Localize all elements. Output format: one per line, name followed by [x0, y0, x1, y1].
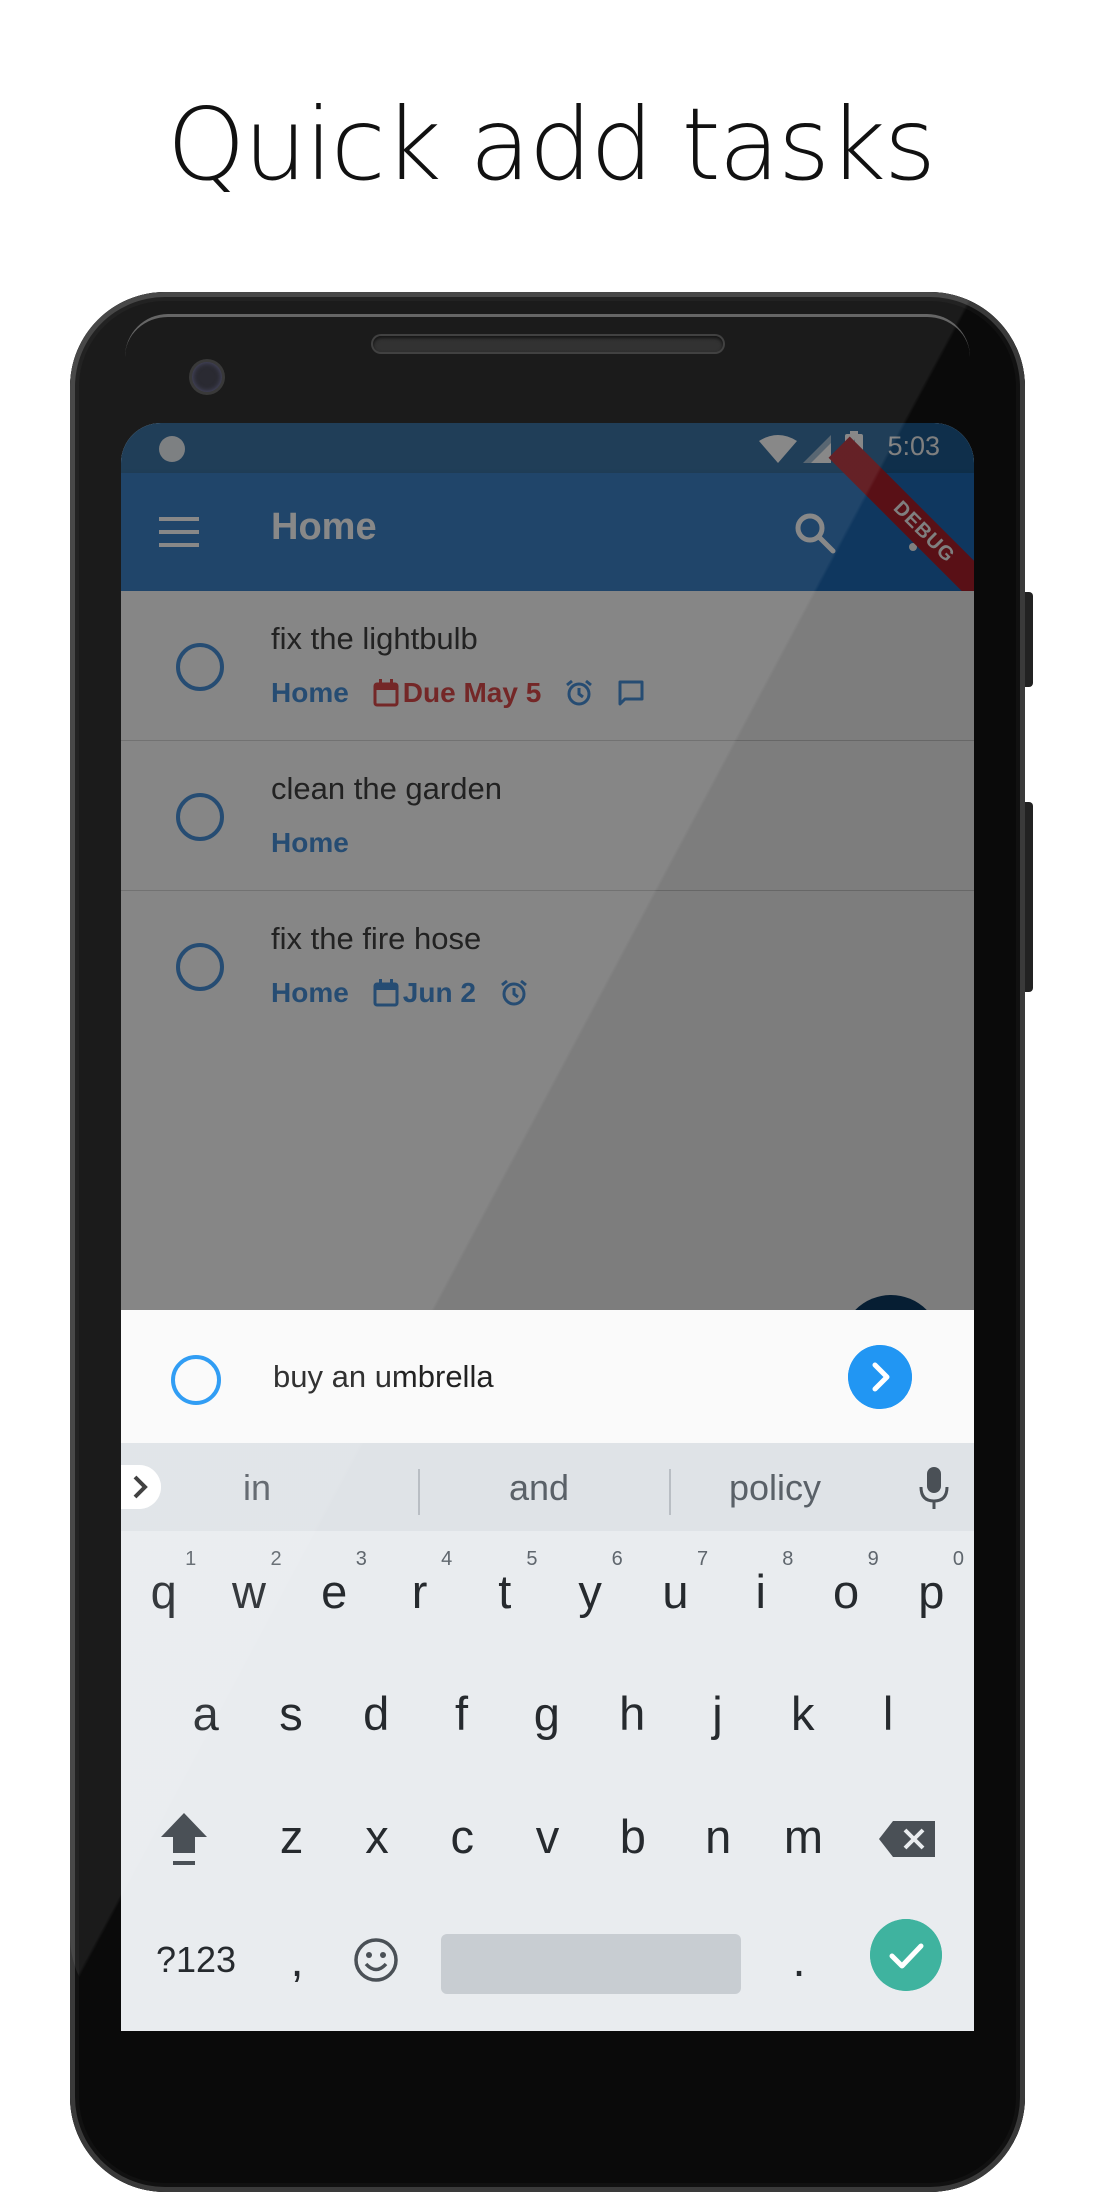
key-hint-number: 3 [355, 1548, 367, 1570]
key-d[interactable]: d [334, 1653, 419, 1775]
key-q[interactable]: q1 [121, 1531, 206, 1653]
key-hint-number: 0 [952, 1548, 964, 1570]
key-hint-number: 4 [441, 1548, 453, 1570]
key-row-3: zxcvbnm [121, 1776, 974, 1898]
key-r[interactable]: r4 [377, 1531, 462, 1653]
space-key[interactable] [441, 1934, 741, 1994]
shift-icon[interactable] [159, 1811, 209, 1871]
suggestion-bar: in and policy [121, 1443, 974, 1531]
key-h[interactable]: h [590, 1653, 675, 1775]
key-f[interactable]: f [419, 1653, 504, 1775]
quick-add-panel [121, 1310, 974, 1443]
modal-scrim[interactable] [121, 423, 974, 1311]
key-s[interactable]: s [248, 1653, 333, 1775]
camera-icon [192, 362, 222, 392]
key-label: y [578, 1565, 602, 1618]
key-n[interactable]: n [676, 1776, 761, 1898]
symbols-key[interactable]: ?123 [141, 1899, 251, 2021]
key-g[interactable]: g [504, 1653, 589, 1775]
send-button[interactable] [848, 1345, 912, 1409]
mic-icon[interactable] [917, 1465, 951, 1511]
key-e[interactable]: e3 [292, 1531, 377, 1653]
phone-speaker [373, 336, 723, 352]
key-hint-number: 2 [270, 1548, 282, 1570]
key-row-2: asdfghjkl [121, 1653, 974, 1775]
key-hint-number: 1 [185, 1548, 197, 1570]
suggestion-item[interactable]: policy [675, 1467, 875, 1509]
quick-add-input[interactable] [271, 1348, 755, 1406]
key-i[interactable]: i8 [718, 1531, 803, 1653]
key-label: q [150, 1565, 177, 1618]
done-key[interactable] [870, 1919, 942, 1991]
soft-keyboard: in and policy q1w2e3r4t5y6u7i8o9p0 asdfg… [121, 1443, 974, 2031]
key-o[interactable]: o9 [803, 1531, 888, 1653]
key-hint-number: 6 [611, 1548, 623, 1570]
backspace-icon[interactable] [879, 1821, 935, 1857]
comma-key[interactable]: , [267, 1899, 327, 2021]
power-button [1025, 592, 1033, 687]
device-screen: 5:03 Home DEBUG fix the lightbulb Home [121, 423, 974, 2031]
key-label: p [918, 1565, 945, 1618]
key-b[interactable]: b [590, 1776, 675, 1898]
emoji-icon[interactable] [353, 1937, 399, 1983]
key-label: o [832, 1565, 860, 1618]
key-hint-number: 7 [696, 1548, 709, 1570]
key-c[interactable]: c [420, 1776, 505, 1898]
key-label: e [321, 1565, 348, 1618]
key-hint-number: 5 [526, 1548, 538, 1570]
key-a[interactable]: a [163, 1653, 248, 1775]
key-y[interactable]: y6 [548, 1531, 633, 1653]
key-u[interactable]: u7 [633, 1531, 718, 1653]
key-k[interactable]: k [760, 1653, 845, 1775]
key-l[interactable]: l [845, 1653, 930, 1775]
key-z[interactable]: z [249, 1776, 334, 1898]
key-w[interactable]: w2 [206, 1531, 291, 1653]
key-t[interactable]: t5 [462, 1531, 547, 1653]
key-m[interactable]: m [761, 1776, 846, 1898]
key-label: r [411, 1565, 428, 1618]
key-x[interactable]: x [334, 1776, 419, 1898]
period-key[interactable]: . [769, 1899, 829, 2021]
headline: Quick add tasks [166, 86, 936, 203]
key-p[interactable]: p0 [889, 1531, 974, 1653]
key-label: u [662, 1565, 689, 1618]
key-hint-number: 8 [782, 1548, 794, 1570]
key-label: i [755, 1565, 766, 1618]
key-label: t [498, 1565, 512, 1618]
key-row-4: ?123 , . [121, 1899, 974, 2021]
suggestion-divider [418, 1469, 420, 1515]
key-hint-number: 9 [867, 1548, 879, 1570]
expand-toolbar-button[interactable] [121, 1465, 161, 1509]
key-v[interactable]: v [505, 1776, 590, 1898]
key-row-1: q1w2e3r4t5y6u7i8o9p0 [121, 1531, 974, 1653]
quick-add-checkbox [171, 1355, 221, 1405]
key-j[interactable]: j [675, 1653, 760, 1775]
suggestion-divider [669, 1469, 671, 1515]
key-label: w [231, 1565, 266, 1618]
volume-button [1025, 802, 1033, 992]
suggestion-item[interactable]: in [157, 1467, 357, 1509]
suggestion-item[interactable]: and [439, 1467, 639, 1509]
